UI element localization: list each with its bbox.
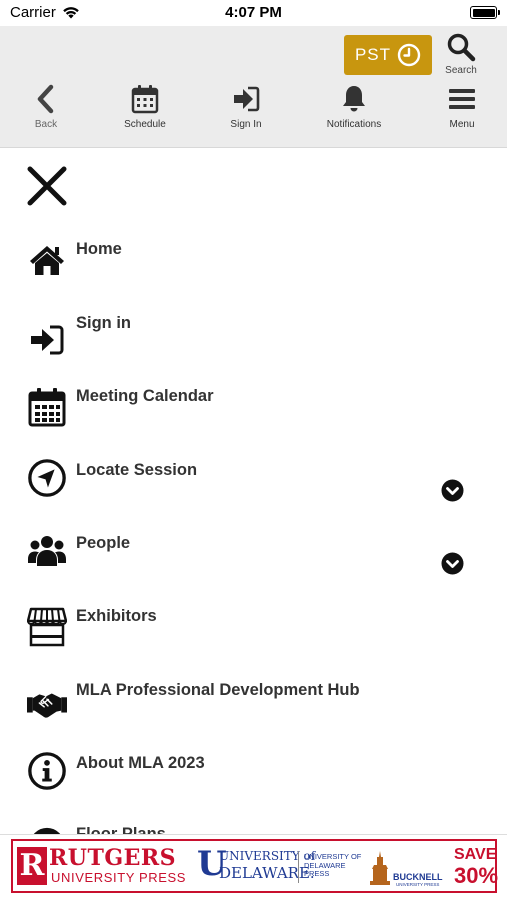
battery-icon — [470, 6, 500, 19]
ud-name-line2: DELAWARE. — [219, 864, 315, 882]
menu-item-label: Home — [76, 240, 122, 258]
search-icon — [447, 33, 476, 62]
sign-in-icon — [234, 86, 260, 112]
bucknell-press: UNIVERSITY PRESS — [396, 882, 440, 887]
location-arrow-icon — [27, 458, 67, 498]
menu-item-label: Sign in — [76, 314, 131, 332]
nav-sign-in-label: Sign In — [230, 119, 262, 130]
chevron-down-icon[interactable] — [441, 552, 464, 575]
home-icon — [27, 240, 67, 280]
rutgers-name: RUTGERS — [49, 845, 177, 871]
timezone-label: PST — [354, 45, 392, 64]
menu-item-about-mla-2023[interactable]: About MLA 2023 — [0, 751, 507, 814]
menu-panel: Home Sign in Meeting Calendar Locate Ses… — [0, 149, 507, 834]
ad-discount: 30% — [454, 863, 499, 888]
menu-item-label: MLA Professional Development Hub — [76, 681, 360, 699]
timezone-button[interactable]: PST — [344, 35, 432, 75]
menu-item-label: Meeting Calendar — [76, 387, 214, 405]
nav-schedule[interactable]: Schedule — [105, 84, 185, 130]
menu-item-sign-in[interactable]: Sign in — [0, 314, 507, 374]
chevron-down-icon[interactable] — [441, 479, 464, 502]
menu-item-floor-plans[interactable]: Floor Plans — [0, 825, 507, 834]
nav-sign-in[interactable]: Sign In — [206, 84, 286, 130]
nav-menu[interactable]: Menu — [422, 84, 502, 130]
ad-banner[interactable]: R RUTGERS UNIVERSITY PRESS U UNIVERSITY … — [0, 834, 507, 900]
menu-item-label: About MLA 2023 — [76, 754, 205, 772]
menu-item-label: Floor Plans — [76, 825, 166, 834]
handshake-icon — [27, 683, 67, 723]
nav-back[interactable]: Back — [6, 84, 86, 130]
menu-item-people[interactable]: People — [0, 534, 507, 594]
clock-icon — [397, 43, 421, 67]
menu-item-meeting-calendar[interactable]: Meeting Calendar — [0, 387, 507, 447]
rutgers-logo: R — [17, 847, 47, 885]
nav-bar: Back Schedule Sign In Notifications Menu — [0, 84, 507, 142]
calendar-icon — [27, 387, 67, 427]
nav-notifications-label: Notifications — [326, 119, 382, 130]
storefront-icon — [27, 607, 67, 647]
menu-item-label: Locate Session — [76, 461, 198, 479]
map-icon — [27, 825, 67, 834]
ud-press: UNIVERSITY OF DELAWARE PRESS — [304, 852, 362, 878]
sign-in-icon — [27, 320, 67, 360]
hamburger-icon — [449, 89, 475, 109]
close-icon — [27, 166, 67, 206]
bucknell-name: BUCKNELL — [393, 872, 443, 882]
close-button[interactable] — [26, 165, 68, 207]
nav-notifications[interactable]: Notifications — [314, 84, 394, 130]
ad-save-label: SAVE — [454, 846, 497, 863]
nav-menu-label: Menu — [449, 119, 475, 130]
nav-schedule-label: Schedule — [124, 119, 166, 130]
menu-item-label: People — [76, 534, 131, 552]
nav-back-label: Back — [34, 119, 58, 130]
ud-name-line1: UNIVERSITY of — [219, 849, 316, 863]
rutgers-press: UNIVERSITY PRESS — [51, 870, 187, 885]
search-label: Search — [445, 65, 477, 76]
app-header: PST Search Back Schedule Sign In Notific… — [0, 26, 507, 148]
menu-item-label: Exhibitors — [76, 607, 157, 625]
menu-item-locate-session[interactable]: Locate Session — [0, 458, 507, 521]
search-button[interactable]: Search — [440, 32, 482, 82]
ad-content: R RUTGERS UNIVERSITY PRESS U UNIVERSITY … — [11, 839, 499, 893]
info-icon — [27, 751, 67, 791]
menu-item-mla-professional-development-hub[interactable]: MLA Professional Development Hub — [0, 681, 507, 741]
users-icon — [27, 532, 67, 572]
bucknell-building-icon — [370, 851, 390, 885]
menu-item-home[interactable]: Home — [0, 240, 507, 300]
bell-icon — [343, 86, 365, 112]
status-bar: Carrier 4:07 PM — [0, 0, 507, 26]
calendar-icon — [131, 85, 159, 114]
menu-item-exhibitors[interactable]: Exhibitors — [0, 607, 507, 667]
chevron-left-icon — [37, 84, 54, 114]
status-time: 4:07 PM — [225, 4, 282, 21]
ad-divider — [298, 851, 299, 883]
